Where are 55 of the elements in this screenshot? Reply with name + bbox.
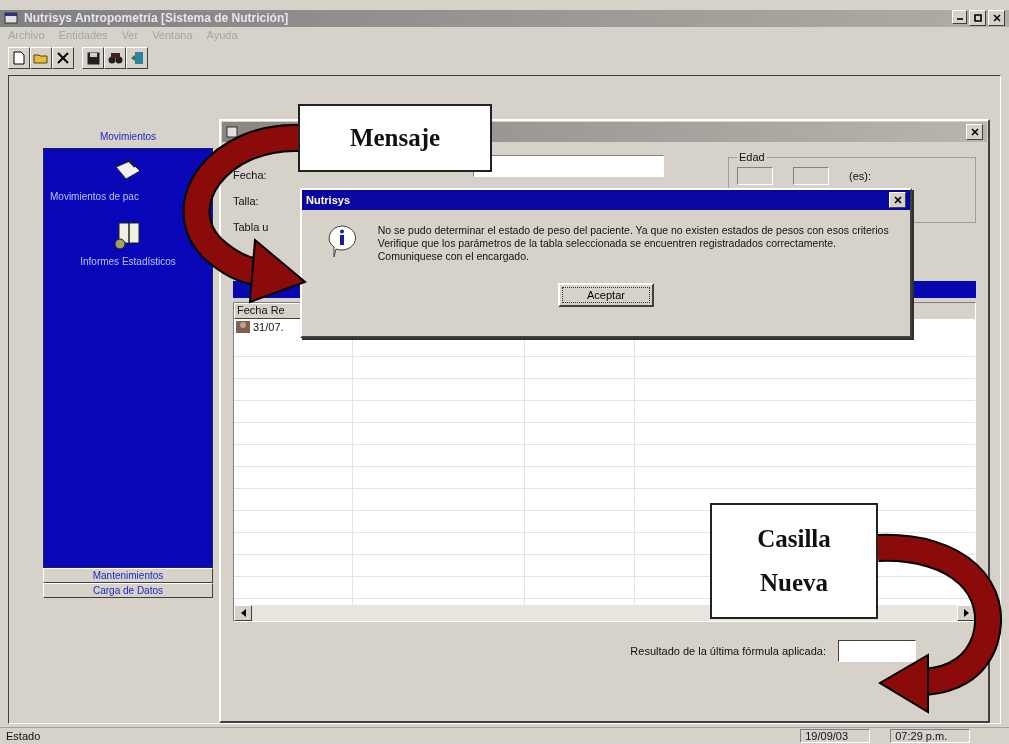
document-icon	[13, 51, 25, 66]
new-document-button[interactable]	[8, 47, 30, 70]
exit-button[interactable]	[126, 47, 148, 70]
open-button[interactable]	[30, 47, 52, 70]
field-label: Fecha:	[233, 169, 267, 182]
person-icon	[236, 321, 250, 334]
maximize-button[interactable]	[969, 10, 986, 27]
app-icon	[4, 12, 18, 25]
result-field[interactable]	[838, 640, 916, 663]
door-icon	[130, 51, 144, 66]
close-button[interactable]	[988, 10, 1005, 27]
callout-label: Mensaje	[298, 104, 492, 172]
sidebar-header: Movimientos	[98, 129, 158, 144]
left-arrow-icon	[240, 609, 246, 618]
delete-button[interactable]	[52, 47, 74, 70]
binoculars-icon	[107, 52, 123, 65]
sidebar-section-button[interactable]: Carga de Datos	[43, 583, 213, 599]
sidebar-item[interactable]: Informes Estadísticos	[80, 256, 176, 268]
age-field[interactable]	[793, 167, 829, 186]
minimize-icon	[956, 18, 963, 21]
text-field[interactable]	[473, 155, 664, 178]
minimize-button[interactable]	[952, 10, 967, 25]
book-icon	[113, 220, 143, 251]
dialog-message: No se pudo determinar el estado de peso del paciente. Ya que no existen estados de pesos con esos criterios Verifique que los parámetros de la tabla seleccionada se encuentren registradados correctamente. Comuniquese con el encargado.	[377, 224, 890, 263]
close-icon	[992, 14, 1001, 23]
save-button[interactable]	[82, 47, 104, 70]
field-label: Talla:	[233, 195, 259, 208]
callout-label: Casilla Nueva	[710, 503, 878, 619]
window-title: Nutrisys Antropometría [Sistema de Nutrición]	[24, 11, 289, 26]
accept-button[interactable]: Aceptar	[558, 283, 654, 307]
scroll-right-button[interactable]	[957, 605, 975, 622]
maximize-icon	[973, 14, 982, 23]
info-icon	[326, 224, 358, 258]
field-label: Resultado de la última fórmula aplicada:	[630, 645, 826, 658]
close-icon	[970, 128, 979, 137]
scroll-left-button[interactable]	[234, 605, 252, 622]
status-text: Estado	[6, 730, 41, 742]
sidebar-item[interactable]: Movimientos de pac	[44, 191, 139, 203]
window-icon	[226, 126, 238, 139]
table-cell: 31/07.	[253, 321, 284, 334]
status-time: 07:29 p.m.	[890, 729, 971, 743]
folder-icon	[33, 52, 49, 65]
search-button[interactable]	[104, 47, 126, 70]
close-button[interactable]	[889, 192, 906, 208]
group-label: Edad	[738, 151, 766, 164]
status-date: 19/09/03	[800, 729, 871, 743]
age-field[interactable]	[737, 167, 773, 186]
close-icon	[893, 196, 902, 204]
right-arrow-icon	[963, 609, 969, 618]
sidebar-section-button[interactable]: Mantenimientos	[43, 568, 213, 584]
field-label: (es):	[849, 170, 871, 183]
field-label: Tabla u	[233, 221, 269, 234]
cross-icon	[57, 52, 69, 65]
dialog-title: Nutrisys	[306, 194, 351, 206]
close-button[interactable]	[966, 124, 983, 141]
